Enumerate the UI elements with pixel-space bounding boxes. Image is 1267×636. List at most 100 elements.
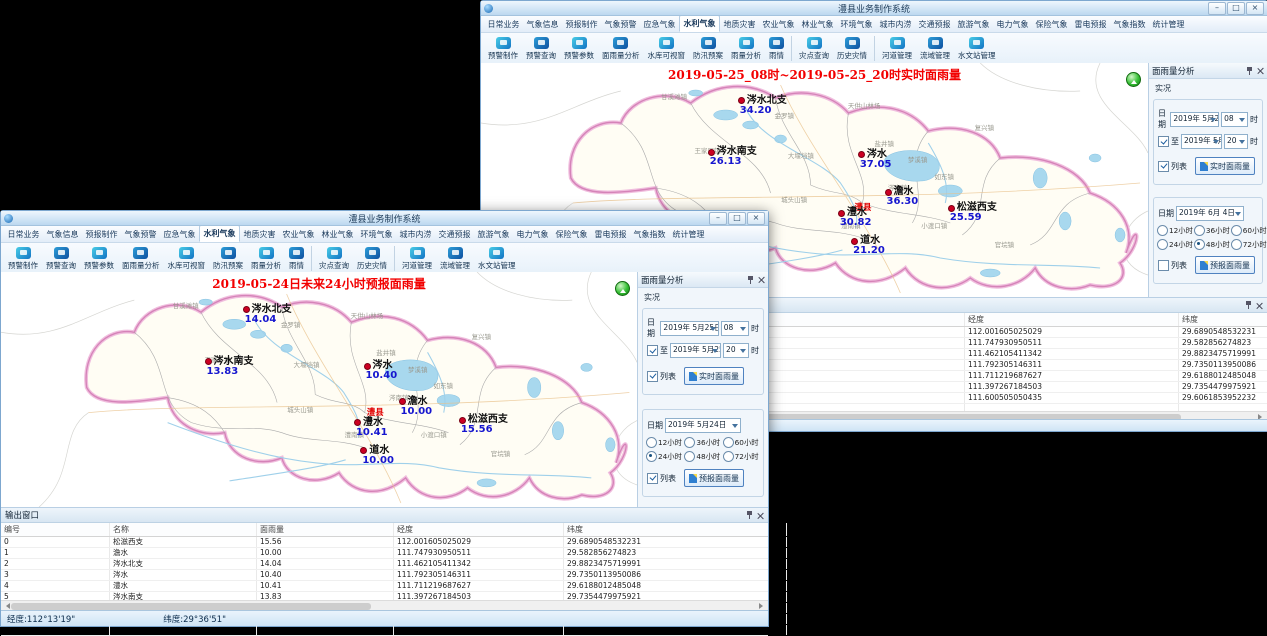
tool-button-7[interactable]: 雨量分析 bbox=[247, 246, 285, 272]
menu-tab-8[interactable]: 农业气象 bbox=[279, 227, 318, 242]
duration-radio-60小时[interactable]: 60小时 bbox=[723, 437, 760, 448]
tool-button-8[interactable]: 雨情 bbox=[765, 36, 788, 62]
menu-tab-11[interactable]: 城市内涝 bbox=[876, 17, 915, 32]
close-icon[interactable] bbox=[757, 512, 764, 519]
map-locate-button[interactable] bbox=[615, 281, 630, 296]
map-locate-button[interactable] bbox=[1126, 72, 1141, 87]
close-icon[interactable] bbox=[1257, 67, 1264, 74]
forecast-rainfall-button[interactable]: 预报面雨量 bbox=[1195, 256, 1255, 274]
end-hour-select[interactable]: 20 bbox=[1224, 134, 1248, 149]
tool-button-7[interactable]: 雨量分析 bbox=[727, 36, 765, 62]
tool-button-4[interactable]: 面雨量分析 bbox=[118, 246, 164, 272]
tool-button-12[interactable]: 流域管理 bbox=[916, 36, 954, 62]
menu-tab-10[interactable]: 环境气象 bbox=[357, 227, 396, 242]
tool-button-11[interactable]: 河道管理 bbox=[398, 246, 436, 272]
menu-tab-13[interactable]: 旅游气象 bbox=[474, 227, 513, 242]
table-row[interactable]: 0松滋西支15.56112.00160502502929.68905485322… bbox=[1, 537, 768, 548]
duration-radio-72小时[interactable]: 72小时 bbox=[1231, 239, 1267, 250]
close-icon[interactable] bbox=[1256, 302, 1263, 309]
close-icon[interactable] bbox=[758, 276, 765, 283]
duration-radio-24小时[interactable]: 24小时 bbox=[1157, 239, 1193, 250]
column-header-1[interactable]: 编号 bbox=[1, 523, 110, 536]
pin-icon[interactable] bbox=[1246, 67, 1253, 75]
close-button[interactable]: × bbox=[1246, 2, 1264, 15]
list-checkbox[interactable] bbox=[1158, 161, 1169, 172]
table-row[interactable]: 2涔水北支14.04111.46210541134229.88234757199… bbox=[1, 559, 768, 570]
pin-icon[interactable] bbox=[1245, 301, 1252, 309]
tool-button-5[interactable]: 水库可视窗 bbox=[164, 246, 210, 272]
tool-button-3[interactable]: 预警参数 bbox=[80, 246, 118, 272]
tool-button-10[interactable]: 历史灾情 bbox=[353, 246, 391, 272]
pin-icon[interactable] bbox=[746, 511, 753, 519]
tool-button-1[interactable]: 预警制作 bbox=[484, 36, 522, 62]
end-hour-select[interactable]: 20 bbox=[723, 343, 749, 358]
tool-button-9[interactable]: 灾点查询 bbox=[315, 246, 353, 272]
menu-tab-18[interactable]: 统计管理 bbox=[1149, 17, 1188, 32]
column-header-5[interactable]: 纬度 bbox=[564, 523, 787, 536]
duration-radio-36小时[interactable]: 36小时 bbox=[1194, 225, 1230, 236]
start-hour-select[interactable]: 08 bbox=[721, 321, 749, 336]
titlebar[interactable]: 澧县业务制作系统 – □ × bbox=[1, 211, 768, 226]
to-checkbox[interactable] bbox=[647, 345, 658, 356]
menu-tab-7[interactable]: 地质灾害 bbox=[240, 227, 279, 242]
column-header-2[interactable]: 名称 bbox=[110, 523, 257, 536]
scroll-left-arrow[interactable] bbox=[3, 603, 10, 609]
live-rainfall-button[interactable]: 实时面雨量 bbox=[1195, 157, 1255, 175]
menu-tab-5[interactable]: 应急气象 bbox=[160, 227, 199, 242]
close-button[interactable]: × bbox=[747, 212, 765, 225]
menu-tab-2[interactable]: 气象信息 bbox=[523, 17, 562, 32]
forecast-rainfall-button[interactable]: 预报面雨量 bbox=[684, 469, 744, 487]
column-header-4[interactable]: 经度 bbox=[394, 523, 564, 536]
titlebar[interactable]: 澧县业务制作系统 – □ × bbox=[481, 1, 1267, 16]
forecast-date-select[interactable]: 2019年 6月 4日 bbox=[1176, 206, 1244, 221]
live-rainfall-button[interactable]: 实时面雨量 bbox=[684, 367, 744, 385]
duration-radio-36小时[interactable]: 36小时 bbox=[684, 437, 721, 448]
list-checkbox[interactable] bbox=[1158, 260, 1169, 271]
scroll-right-arrow[interactable] bbox=[759, 603, 766, 609]
menu-tab-3[interactable]: 预报制作 bbox=[562, 17, 601, 32]
tool-button-3[interactable]: 预警参数 bbox=[560, 36, 598, 62]
tool-button-13[interactable]: 水文站管理 bbox=[474, 246, 520, 272]
tool-button-9[interactable]: 灾点查询 bbox=[795, 36, 833, 62]
menu-tab-2[interactable]: 气象信息 bbox=[43, 227, 82, 242]
menu-tab-1[interactable]: 日常业务 bbox=[484, 17, 523, 32]
tool-button-11[interactable]: 河道管理 bbox=[878, 36, 916, 62]
end-date-select[interactable]: 2019年 5月25日 bbox=[1181, 134, 1222, 149]
menu-tab-6[interactable]: 水利气象 bbox=[199, 225, 240, 242]
to-checkbox[interactable] bbox=[1158, 136, 1169, 147]
list-checkbox[interactable] bbox=[647, 371, 658, 382]
minimize-button[interactable]: – bbox=[1208, 2, 1226, 15]
table-row[interactable]: 3涔水10.40111.79230514631129.7350113950086 bbox=[1, 570, 768, 581]
menu-tab-15[interactable]: 保险气象 bbox=[1032, 17, 1071, 32]
menu-tab-15[interactable]: 保险气象 bbox=[552, 227, 591, 242]
start-date-select[interactable]: 2019年 5月25日 bbox=[660, 321, 718, 336]
column-header-5[interactable]: 纬度 bbox=[1179, 313, 1267, 326]
tool-button-8[interactable]: 雨情 bbox=[285, 246, 308, 272]
menu-tab-8[interactable]: 农业气象 bbox=[759, 17, 798, 32]
menu-tab-9[interactable]: 林业气象 bbox=[798, 17, 837, 32]
map-canvas[interactable]: 甘溪滩镇金罗镇天供山林场复兴镇王家厂镇大堰垱镇盐井镇梦溪镇如东镇涔南镇城头山镇小… bbox=[1, 272, 637, 507]
tool-button-13[interactable]: 水文站管理 bbox=[954, 36, 1000, 62]
start-date-select[interactable]: 2019年 5月25日 bbox=[1170, 112, 1219, 127]
duration-radio-24小时[interactable]: 24小时 bbox=[646, 451, 683, 462]
pin-icon[interactable] bbox=[747, 276, 754, 284]
menu-tab-17[interactable]: 气象指数 bbox=[1110, 17, 1149, 32]
tool-button-10[interactable]: 历史灾情 bbox=[833, 36, 871, 62]
tool-button-5[interactable]: 水库可视窗 bbox=[644, 36, 690, 62]
menu-tab-13[interactable]: 旅游气象 bbox=[954, 17, 993, 32]
duration-radio-48小时[interactable]: 48小时 bbox=[684, 451, 721, 462]
column-header-3[interactable]: 面雨量 bbox=[741, 313, 965, 326]
menu-tab-14[interactable]: 电力气象 bbox=[993, 17, 1032, 32]
menu-tab-12[interactable]: 交通预报 bbox=[435, 227, 474, 242]
forecast-date-select[interactable]: 2019年 5月24日 bbox=[665, 418, 741, 433]
tool-button-2[interactable]: 预警查询 bbox=[522, 36, 560, 62]
tool-button-6[interactable]: 防汛预案 bbox=[689, 36, 727, 62]
tool-button-6[interactable]: 防汛预案 bbox=[209, 246, 247, 272]
duration-radio-12小时[interactable]: 12小时 bbox=[646, 437, 683, 448]
maximize-button[interactable]: □ bbox=[728, 212, 746, 225]
duration-radio-48小时[interactable]: 48小时 bbox=[1194, 239, 1230, 250]
menu-tab-16[interactable]: 雷电预报 bbox=[1071, 17, 1110, 32]
table-row[interactable]: 4澧水10.41111.71121968762729.6188012485048 bbox=[1, 581, 768, 592]
menu-tab-14[interactable]: 电力气象 bbox=[513, 227, 552, 242]
menu-tab-16[interactable]: 雷电预报 bbox=[591, 227, 630, 242]
